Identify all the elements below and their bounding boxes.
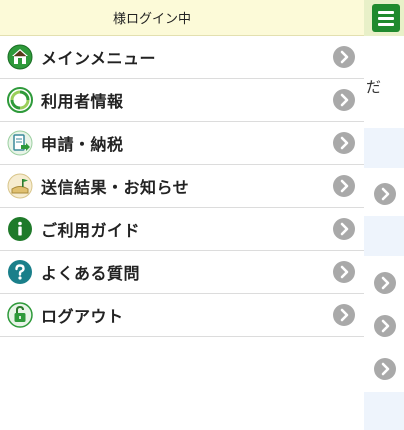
chevron-right-icon[interactable] <box>374 272 396 294</box>
chevron-right-icon <box>333 175 355 197</box>
login-status-text: 様ログイン中 <box>112 12 191 27</box>
logout-icon <box>7 302 33 328</box>
application-tax-icon <box>7 130 33 156</box>
chevron-right-icon[interactable] <box>374 315 396 337</box>
hamburger-menu-button[interactable] <box>372 4 400 32</box>
question-icon <box>7 259 33 285</box>
menu-line-icon <box>378 10 394 14</box>
menu-item-label: ログアウト <box>41 307 124 326</box>
menu-item-label: ご利用ガイド <box>41 221 141 240</box>
background-strip <box>364 216 404 256</box>
menu-item-main-menu[interactable]: メインメニュー <box>0 36 364 79</box>
menu-item-user-info[interactable]: 利用者情報 <box>0 79 364 122</box>
chevron-right-icon <box>333 46 355 68</box>
menu-item-application-tax[interactable]: 申請・納税 <box>0 122 364 165</box>
chevron-right-icon[interactable] <box>374 358 396 380</box>
background-strip <box>364 128 404 168</box>
home-icon <box>7 44 33 70</box>
background-partial-text: だ <box>366 78 382 96</box>
menu-item-logout[interactable]: ログアウト <box>0 294 364 337</box>
menu-item-notifications[interactable]: 送信結果・お知らせ <box>0 165 364 208</box>
menu-item-label: 利用者情報 <box>41 92 124 111</box>
chevron-right-icon <box>333 218 355 240</box>
menu-item-label: 送信結果・お知らせ <box>41 178 190 197</box>
menu-item-label: よくある質問 <box>41 264 141 283</box>
chevron-right-icon <box>333 304 355 326</box>
drawer-menu-list: メインメニュー 利用者情報 申請・納税 送信結果・お知らせ ご利用ガイド よくあ… <box>0 36 364 337</box>
chevron-right-icon <box>333 132 355 154</box>
login-status-header: 様ログイン中 <box>0 0 364 36</box>
chevron-right-icon <box>333 261 355 283</box>
menu-line-icon <box>378 16 394 20</box>
navigation-drawer: 様ログイン中 メインメニュー 利用者情報 申請・納税 送信結果・お知らせ ご利用… <box>0 0 364 430</box>
menu-item-usage-guide[interactable]: ご利用ガイド <box>0 208 364 251</box>
notification-icon <box>7 173 33 199</box>
menu-item-label: メインメニュー <box>41 49 157 68</box>
user-info-icon <box>7 87 33 113</box>
menu-line-icon <box>378 22 394 26</box>
chevron-right-icon[interactable] <box>374 183 396 205</box>
menu-item-label: 申請・納税 <box>41 135 124 154</box>
menu-item-faq[interactable]: よくある質問 <box>0 251 364 294</box>
background-strip <box>364 392 404 430</box>
info-icon <box>7 216 33 242</box>
chevron-right-icon <box>333 89 355 111</box>
